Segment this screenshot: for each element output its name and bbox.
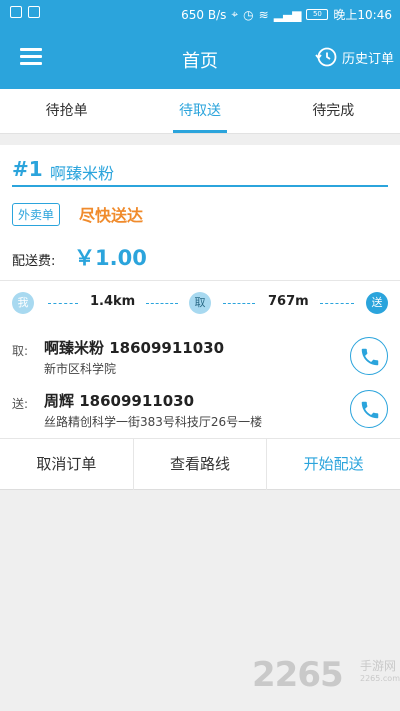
- tab-bar: 待抢单 待取送 待完成: [0, 89, 400, 134]
- phone-icon: [361, 401, 379, 419]
- delivery-fee-value: ￥1.00: [74, 246, 147, 270]
- order-card: #1 啊臻米粉 外卖单 尽快送达 配送费: ￥1.00 我 1.4km 取 76…: [0, 145, 400, 490]
- tab-pending-grab[interactable]: 待抢单: [0, 89, 133, 133]
- delivery-contact: 周辉 18609911030: [44, 392, 195, 410]
- image-icon: [28, 6, 40, 18]
- wifi-icon: ≋: [258, 7, 269, 22]
- order-type-badge: 外卖单: [12, 203, 61, 226]
- route-line: [320, 303, 354, 304]
- route-line: [146, 303, 178, 304]
- battery-icon: 50: [306, 9, 329, 20]
- watermark-url: 2265.com: [360, 674, 400, 683]
- view-route-button[interactable]: 查看路线: [134, 439, 268, 490]
- delivery-fee-label: 配送费:: [12, 254, 56, 269]
- distance-to-delivery: 767m: [268, 294, 309, 309]
- call-delivery-button[interactable]: [350, 390, 388, 428]
- watermark-logo: 2265 手游网 2265.com: [252, 655, 400, 695]
- delivery-label: 送:: [12, 397, 29, 411]
- distance-to-pickup: 1.4km: [90, 294, 136, 309]
- watermark-brand: 2265: [252, 655, 344, 695]
- tab-pending-complete[interactable]: 待完成: [267, 89, 400, 133]
- tab-pending-pickup[interactable]: 待取送: [133, 89, 266, 133]
- app-header: 首页 历史订单: [0, 27, 400, 89]
- status-time: 晚上10:46: [333, 8, 392, 22]
- network-speed: 650 B/s: [181, 7, 227, 22]
- history-icon: [315, 47, 337, 67]
- route-line: [48, 303, 78, 304]
- call-pickup-button[interactable]: [350, 337, 388, 375]
- urgency-text: 尽快送达: [79, 206, 144, 225]
- rider-marker: 我: [12, 292, 34, 314]
- divider: [0, 280, 400, 281]
- history-orders-button[interactable]: 历史订单: [314, 45, 394, 69]
- cancel-order-button[interactable]: 取消订单: [0, 439, 134, 490]
- pickup-label: 取:: [12, 344, 29, 358]
- notification-icon: [10, 6, 22, 18]
- route-bar: 我 1.4km 取 767m 送: [0, 290, 400, 320]
- alarm-icon: ◷: [243, 7, 254, 22]
- pickup-contact: 啊臻米粉 18609911030: [44, 339, 225, 357]
- history-orders-label: 历史订单: [341, 51, 394, 67]
- delivery-marker: 送: [366, 292, 388, 314]
- status-bar: 650 B/s ⌖ ◷ ≋ ▂▄▆ 50 晚上10:46: [0, 0, 400, 27]
- order-actions: 取消订单 查看路线 开始配送: [0, 438, 400, 490]
- start-delivery-button[interactable]: 开始配送: [267, 439, 400, 490]
- order-number: #1: [12, 157, 43, 181]
- shop-name: 啊臻米粉: [50, 164, 115, 183]
- delivery-address-text: 丝路精创科学一街383号科技厅26号一楼: [44, 415, 263, 429]
- signal-icon: ▂▄▆: [273, 7, 302, 22]
- watermark-text: 手游网: [360, 659, 397, 673]
- location-icon: ⌖: [231, 7, 239, 21]
- pickup-marker: 取: [189, 292, 211, 314]
- order-header: #1 啊臻米粉: [12, 157, 388, 187]
- route-line: [223, 303, 255, 304]
- pickup-address-text: 新市区科学院: [44, 362, 117, 376]
- phone-icon: [361, 348, 379, 366]
